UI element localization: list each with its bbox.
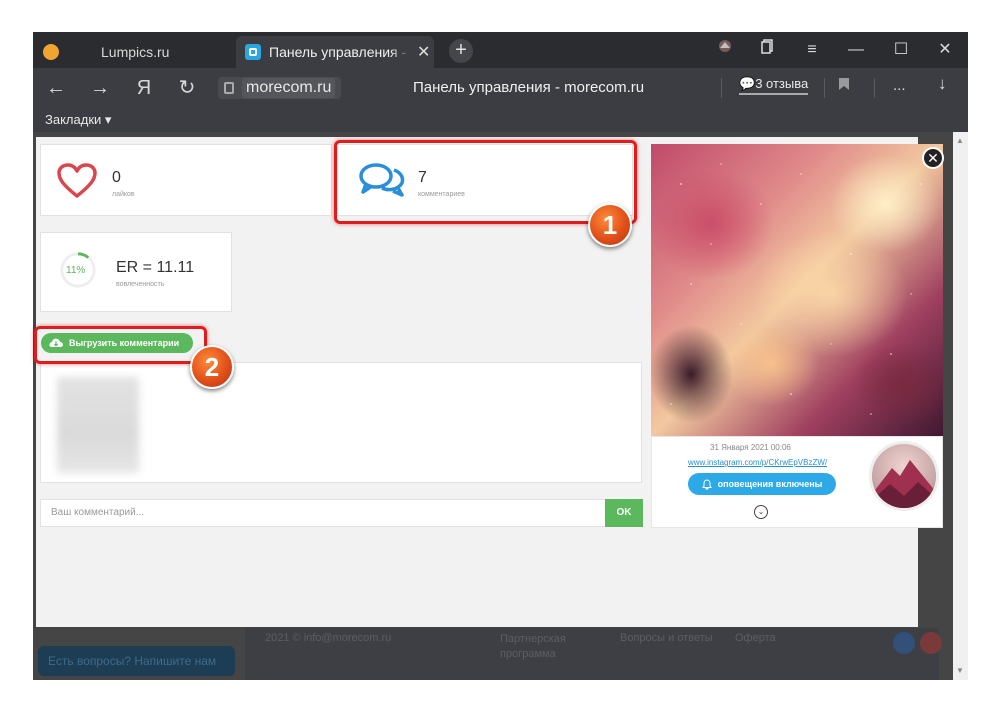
divider <box>874 78 875 98</box>
instagram-icon[interactable] <box>920 632 942 654</box>
site-footer: 2021 © info@morecom.ru Партнерская прогр… <box>245 628 939 680</box>
footer-link[interactable]: Партнерская программа <box>500 632 580 662</box>
help-chat-button[interactable]: Есть вопросы? Напишите нам <box>38 646 235 676</box>
minimize-icon[interactable]: — <box>841 38 871 62</box>
new-tab-button[interactable]: + <box>449 39 473 63</box>
morecom-favicon-icon <box>245 44 261 60</box>
bookmarks-bar: Закладки ▾ <box>33 108 968 132</box>
bell-icon <box>701 478 712 490</box>
comment-input[interactable]: Ваш комментарий... <box>40 499 606 527</box>
footer-link[interactable]: Вопросы и ответы <box>620 632 713 644</box>
back-button[interactable]: ← <box>43 76 69 100</box>
page-scrollbar[interactable]: ▲ ▼ <box>953 132 968 680</box>
lumpics-favicon-icon <box>43 44 59 60</box>
engagement-card: 11% ER = 11.11 вовлеченность <box>40 232 232 312</box>
reviews-label: 3 отзыва <box>755 76 809 91</box>
url-field[interactable]: morecom.ru <box>218 77 342 99</box>
more-button[interactable]: ... <box>893 77 906 94</box>
page-title: Панель управления - morecom.ru <box>413 79 645 96</box>
menu-icon[interactable]: ≡ <box>797 38 827 62</box>
scroll-up-icon[interactable]: ▲ <box>956 136 964 145</box>
expand-chevron-icon[interactable]: ⌄ <box>754 505 768 519</box>
post-link[interactable]: www.instagram.com/p/CKrwEpVBzZW/ <box>688 458 827 467</box>
comments-list <box>40 362 642 483</box>
reviews-button[interactable]: 💬3 отзыва <box>739 76 809 95</box>
post-date: 31 Января 2021 00:06 <box>710 443 791 452</box>
likes-card: 0 лайков <box>40 144 332 216</box>
engagement-value: ER = 11.11 <box>116 259 195 276</box>
divider <box>824 78 825 98</box>
tab-label: Lumpics.ru <box>101 44 170 60</box>
profile-avatar[interactable] <box>869 441 939 511</box>
comment-placeholder: Ваш комментарий... <box>51 507 145 518</box>
lock-icon <box>224 82 234 94</box>
forward-button[interactable]: → <box>87 76 113 100</box>
url-domain: morecom.ru <box>242 78 336 98</box>
mountain-avatar-image <box>872 460 936 508</box>
close-window-icon[interactable]: ✕ <box>930 38 960 62</box>
likes-label: лайков <box>112 191 135 198</box>
speech-bubble-icon: 💬 <box>739 76 756 91</box>
bookmark-icon[interactable] <box>838 77 850 95</box>
tab-label: Панель управления - morecom.ru <box>269 44 411 60</box>
submit-comment-button[interactable]: OK <box>605 499 643 527</box>
post-photo[interactable] <box>651 144 943 436</box>
highlight-export-button <box>34 326 207 364</box>
yandex-button[interactable]: Я <box>131 76 157 100</box>
post-info-card: 31 Января 2021 00:06 www.instagram.com/p… <box>651 436 943 528</box>
address-bar: ← → Я ↻ morecom.ru Панель управления - m… <box>33 68 968 108</box>
tab-lumpics[interactable]: Lumpics.ru <box>33 36 233 68</box>
help-chat-label: Есть вопросы? Напишите нам <box>48 654 217 668</box>
blurred-comment-content <box>57 377 139 473</box>
scroll-down-icon[interactable]: ▼ <box>956 666 964 675</box>
notifications-label: оповещения включены <box>717 479 823 489</box>
notifications-button[interactable]: оповещения включены <box>688 473 836 495</box>
tab-morecom[interactable]: Панель управления - morecom.ru ✕ <box>236 36 434 68</box>
annotation-badge-1: 1 <box>588 203 632 247</box>
close-modal-button[interactable]: ✕ <box>922 147 944 169</box>
annotation-badge-2: 2 <box>190 345 234 389</box>
footer-link[interactable]: Оферта <box>735 632 776 644</box>
reload-button[interactable]: ↻ <box>174 76 200 100</box>
collections-icon[interactable] <box>753 38 783 62</box>
vk-icon[interactable] <box>893 632 915 654</box>
bookmarks-menu[interactable]: Закладки ▾ <box>45 112 111 128</box>
footer-copyright: 2021 © info@morecom.ru <box>265 632 392 644</box>
extension-icon[interactable] <box>710 38 740 62</box>
nebula-stars-texture <box>670 163 922 415</box>
divider <box>721 78 722 98</box>
likes-count: 0 <box>112 169 121 186</box>
download-icon[interactable]: ↓ <box>938 74 947 94</box>
tab-bar: Lumpics.ru Панель управления - morecom.r… <box>33 32 968 68</box>
engagement-label: вовлеченность <box>116 281 165 288</box>
maximize-icon[interactable]: ☐ <box>886 38 916 62</box>
heart-icon <box>57 163 97 198</box>
engagement-percent: 11% <box>66 265 86 276</box>
tab-close-icon[interactable]: ✕ <box>417 42 430 62</box>
